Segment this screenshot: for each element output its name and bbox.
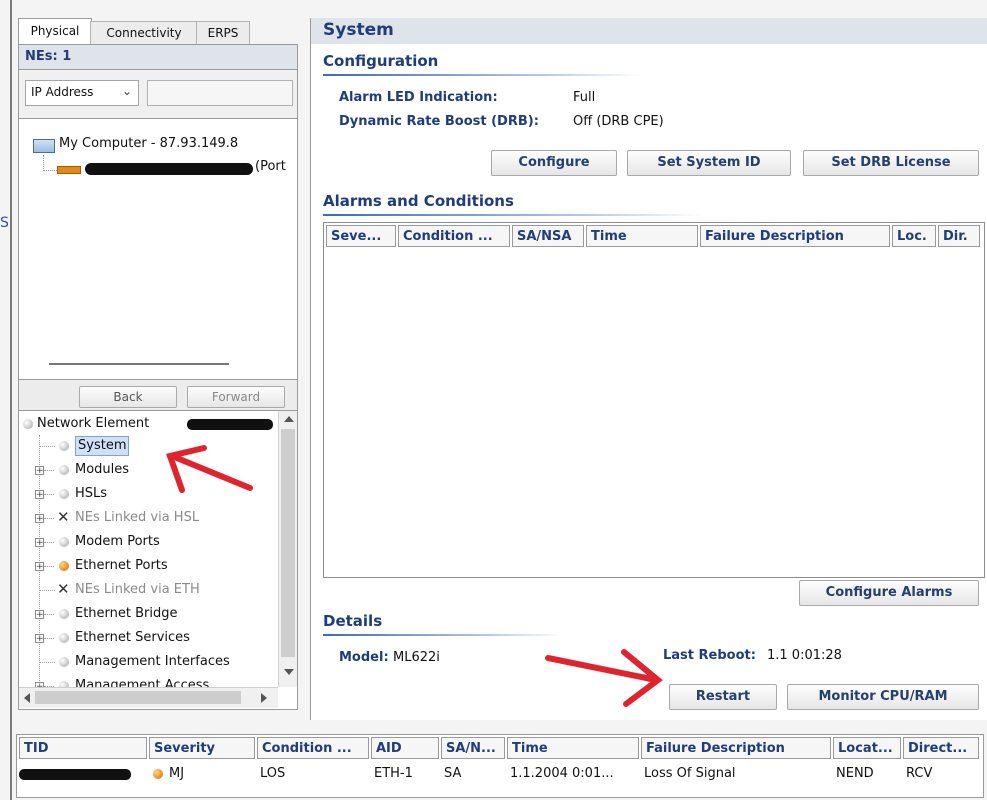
arrow-to-restart-icon bbox=[545, 649, 663, 707]
annotation-arrows bbox=[166, 445, 663, 707]
arrow-to-system-icon bbox=[166, 445, 253, 493]
